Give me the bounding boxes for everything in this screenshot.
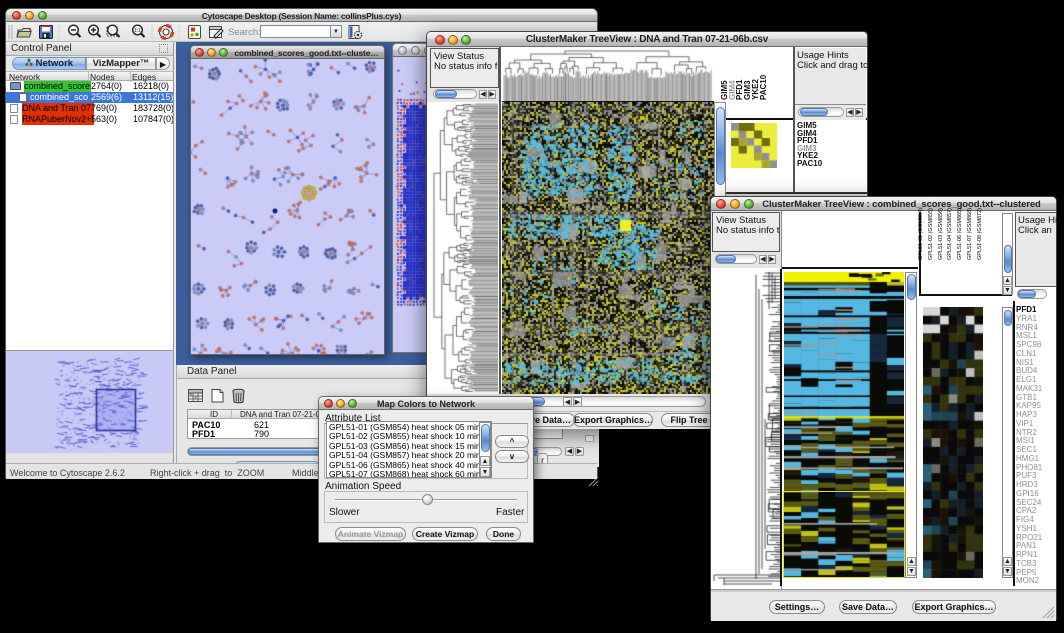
- svg-text:1:1: 1:1: [134, 28, 141, 34]
